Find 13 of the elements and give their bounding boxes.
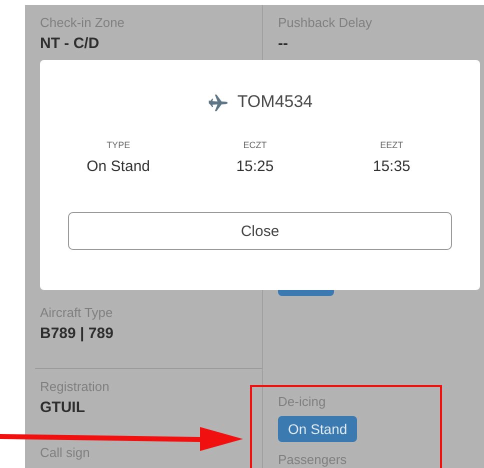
field-label: EEZT — [380, 140, 404, 150]
field-value: B789 | 789 — [40, 324, 114, 344]
field-value: 15:35 — [372, 158, 410, 175]
close-button[interactable]: Close — [68, 212, 452, 250]
field-value: -- — [278, 34, 289, 54]
status-chip: On Stand — [278, 416, 358, 442]
field-value: On Stand — [86, 158, 150, 175]
field-label: TYPE — [106, 140, 130, 150]
field-value: 15:25 — [236, 158, 274, 175]
field-label: ECZT — [243, 140, 267, 150]
field-value: NT - C/D — [40, 34, 100, 54]
field-value: GTUIL — [40, 398, 86, 418]
flight-number: TOM4534 — [237, 92, 313, 112]
